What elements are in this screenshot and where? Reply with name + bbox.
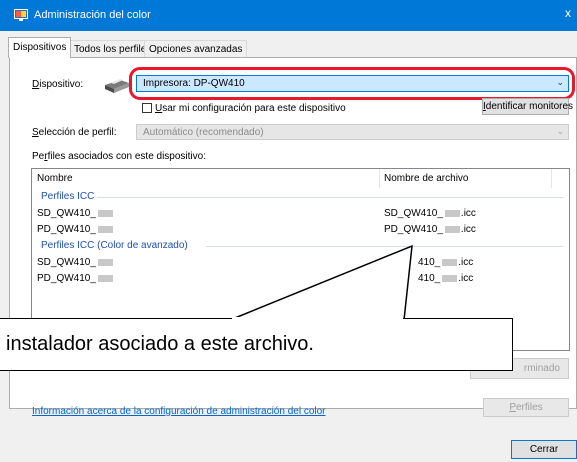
- window-title: Administración del color: [34, 9, 151, 21]
- identify-monitors-button[interactable]: Identificar monitores: [482, 98, 573, 115]
- device-label: Dispositivo:: [32, 79, 84, 90]
- list-item[interactable]: SD_QW410_: [37, 257, 114, 269]
- column-divider: [551, 169, 552, 188]
- profile-selection-label: Selección de perfil:: [32, 127, 117, 138]
- chevron-down-icon: ⌄: [556, 126, 564, 136]
- list-item[interactable]: PD_QW410_: [37, 224, 114, 236]
- device-dropdown[interactable]: Impresora: DP-QW410 ⌄: [136, 75, 569, 92]
- info-link[interactable]: Información acerca de la configuración d…: [32, 406, 326, 418]
- column-header-name[interactable]: Nombre: [37, 169, 73, 188]
- group-header-icc-advanced: Perfiles ICC (Color de avanzado): [41, 240, 188, 251]
- use-my-settings-checkbox[interactable]: [142, 103, 152, 113]
- callout-text: instalador asociado a este archivo.: [6, 333, 314, 355]
- list-item-filename: SD_QW410_ .icc: [384, 208, 476, 219]
- group-divider: [206, 246, 563, 247]
- printer-icon: [105, 79, 129, 93]
- list-item[interactable]: SD_QW410_: [37, 208, 114, 220]
- tab-dispositivos[interactable]: Dispositivos: [8, 37, 72, 58]
- profiles-button[interactable]: Perfiles: [483, 398, 569, 417]
- profile-selection-value: Automático (recomendado): [143, 127, 264, 138]
- close-window-button[interactable]: x: [565, 6, 571, 20]
- device-selected-value: Impresora: DP-QW410: [143, 78, 245, 89]
- use-my-settings-label[interactable]: Usar mi configuración para este disposit…: [155, 103, 346, 115]
- column-divider: [379, 169, 380, 188]
- tab-opciones-avanzadas[interactable]: Opciones avanzadas: [144, 40, 248, 57]
- group-header-icc: Perfiles ICC: [41, 191, 95, 202]
- list-item-filename: PD_QW410_ .icc: [384, 224, 476, 235]
- list-item-filename: 410_ .icc: [418, 273, 474, 284]
- monitor-icon: [14, 9, 28, 21]
- group-divider: [97, 197, 563, 198]
- profile-selection-dropdown[interactable]: Automático (recomendado) ⌄: [136, 124, 569, 140]
- list-item[interactable]: PD_QW410_: [37, 273, 114, 285]
- close-button[interactable]: Cerrar: [511, 440, 577, 459]
- list-item-filename: 410_ .icc: [418, 257, 474, 268]
- chevron-down-icon: ⌄: [556, 77, 564, 87]
- associated-profiles-label: Perfiles asociados con este dispositivo:: [32, 151, 206, 162]
- column-header-filename[interactable]: Nombre de archivo: [384, 169, 468, 188]
